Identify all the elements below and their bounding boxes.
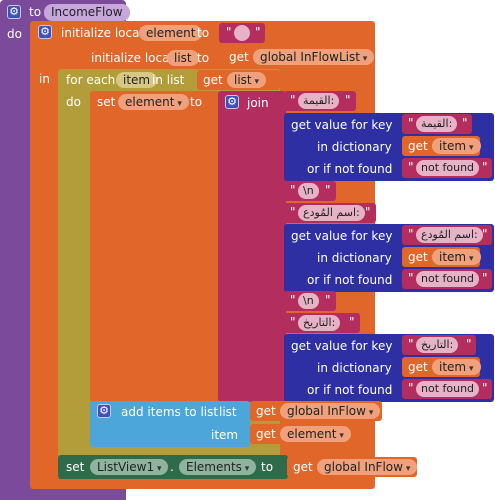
in-dictionary-label: in dictionary — [317, 361, 392, 375]
item-var-dropdown[interactable]: item — [432, 249, 481, 265]
get-value-label: get value for key — [291, 339, 393, 353]
get-label: get — [256, 427, 276, 441]
get-item-block[interactable]: get item — [402, 247, 481, 267]
or-if-not-found-label: or if not found — [307, 273, 393, 287]
procedure-name-field[interactable]: IncomeFlow — [44, 4, 130, 21]
gear-icon[interactable]: ⚙ — [38, 25, 52, 39]
set-element-dropdown[interactable]: element — [118, 94, 189, 110]
global-inflowlist-dropdown[interactable]: global InFlowList — [253, 49, 375, 65]
text-newline[interactable]: \n — [298, 183, 319, 199]
get-list-block[interactable]: get list — [197, 70, 280, 90]
text-key-value[interactable]: القيمة: — [416, 116, 458, 132]
set-label: set — [97, 95, 116, 109]
local-var-list-field[interactable]: list — [167, 50, 199, 66]
text-key-depositor[interactable]: اسم المُودع: — [416, 227, 483, 243]
text-depositor-label[interactable]: اسم المُودع: — [298, 205, 365, 221]
get-item-block[interactable]: get item — [402, 357, 481, 377]
get-item-block[interactable]: get item — [402, 136, 481, 156]
procedure-do-label: do — [7, 27, 22, 41]
global-inflow-dropdown[interactable]: global InFlow — [280, 403, 381, 419]
text-not-found[interactable]: not found — [416, 160, 480, 176]
for-each-label: for each — [66, 73, 116, 87]
get-label: get — [256, 404, 276, 418]
set-to-label: to — [190, 95, 203, 109]
text-newline[interactable]: \n — [298, 293, 319, 309]
get-label: get — [203, 73, 223, 87]
join-block[interactable] — [218, 91, 286, 402]
text-not-found[interactable]: not found — [416, 271, 480, 287]
get-global-inflow-block[interactable]: get global InFlow — [250, 401, 382, 421]
get-label: get — [293, 460, 313, 474]
for-each-item-field[interactable]: item — [116, 72, 158, 88]
get-value-label: get value for key — [291, 118, 393, 132]
gear-icon[interactable]: ⚙ — [7, 5, 21, 19]
in-dictionary-label: in dictionary — [317, 251, 392, 265]
dot-label: . — [170, 460, 174, 474]
text-date-label[interactable]: التاريخ: — [298, 315, 341, 331]
element-var-dropdown[interactable]: element — [280, 426, 351, 442]
set-component-to-label: to — [261, 460, 274, 474]
in-label: in — [39, 72, 50, 86]
add-items-list-label: list — [219, 405, 237, 419]
get-element-block[interactable]: get element — [250, 424, 352, 444]
do-label: do — [66, 95, 81, 109]
add-items-label: add items to list — [121, 405, 219, 419]
initialize-local-label: initialize local — [61, 26, 143, 40]
set-element-block[interactable] — [90, 91, 220, 402]
in-list-label: in list — [152, 73, 185, 87]
initialize-local-label-2: initialize local — [91, 51, 173, 65]
get-label: get — [408, 139, 428, 153]
local-var-element-field[interactable]: element — [139, 25, 203, 41]
property-dropdown[interactable]: Elements — [179, 459, 257, 475]
component-dropdown[interactable]: ListView1 — [90, 459, 169, 475]
gear-icon[interactable]: ⚙ — [225, 95, 239, 109]
get-label: get — [408, 360, 428, 374]
list-var-dropdown[interactable]: list — [227, 72, 267, 88]
local-to-label-2: to — [197, 51, 210, 65]
or-if-not-found-label: or if not found — [307, 383, 393, 397]
join-label: join — [247, 96, 269, 110]
in-dictionary-label: in dictionary — [317, 140, 392, 154]
procedure-to-label: to — [29, 5, 42, 19]
set-component-label: set — [66, 460, 85, 474]
local-to-label: to — [197, 26, 210, 40]
get-label: get — [408, 250, 428, 264]
text-not-found[interactable]: not found — [416, 381, 480, 397]
empty-text-value[interactable] — [234, 25, 250, 41]
get-global-inflow-block[interactable]: get global InFlow — [287, 457, 418, 477]
item-var-dropdown[interactable]: item — [432, 359, 481, 375]
or-if-not-found-label: or if not found — [307, 162, 393, 176]
get-global-inflowlist-block[interactable]: get global InFlowList — [223, 47, 375, 67]
gear-icon[interactable]: ⚙ — [97, 404, 111, 418]
text-key-date[interactable]: التاريخ: — [416, 337, 459, 353]
text-value-label[interactable]: القيمة: — [298, 93, 340, 109]
get-label: get — [229, 50, 249, 64]
get-value-label: get value for key — [291, 229, 393, 243]
item-var-dropdown[interactable]: item — [432, 138, 481, 154]
add-items-item-label: item — [211, 428, 239, 442]
global-inflow-dropdown[interactable]: global InFlow — [317, 459, 418, 475]
